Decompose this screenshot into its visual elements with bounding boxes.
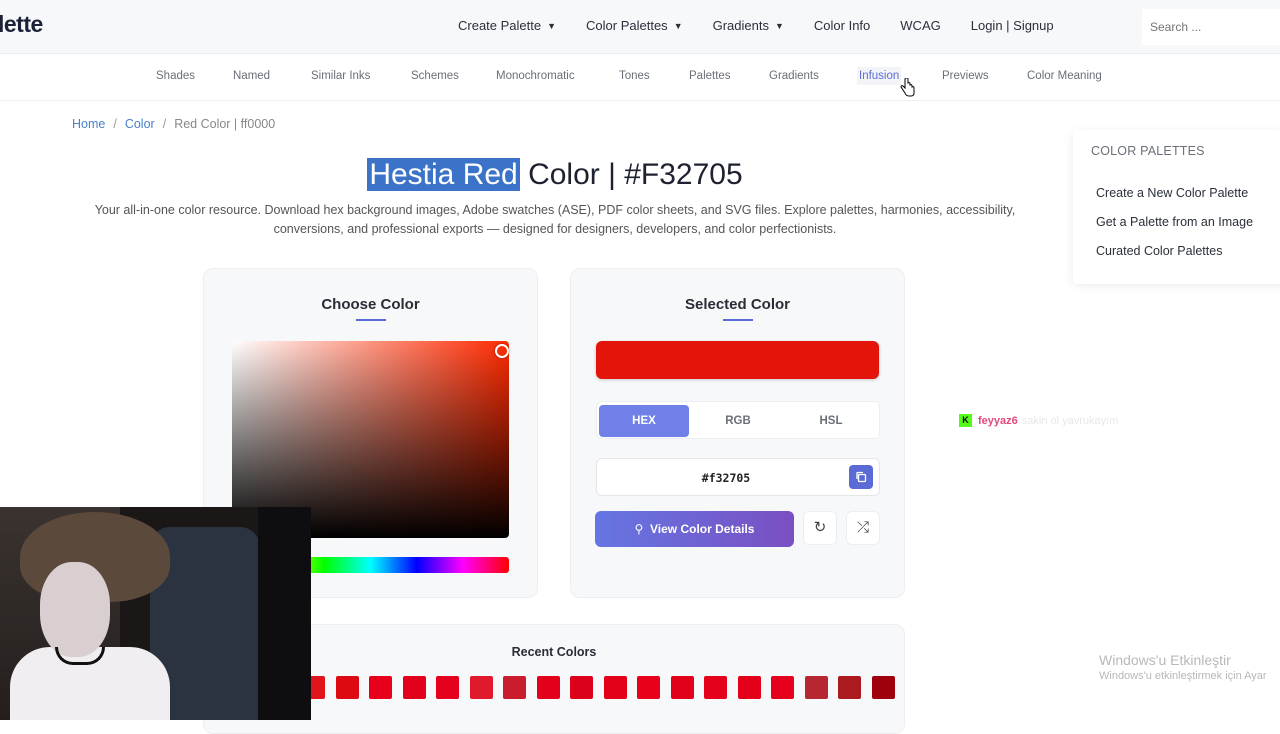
tab-hsl[interactable]: HSL [786, 405, 876, 437]
subnav-shades[interactable]: Shades [156, 70, 195, 82]
recent-color-swatch[interactable] [670, 676, 694, 699]
refresh-button[interactable]: ↻ [803, 511, 837, 545]
format-tabs: HEX RGB HSL [596, 401, 880, 439]
sidebar-color-palettes: COLOR PALETTES Create a New Color Palett… [1073, 130, 1280, 284]
picker-handle[interactable] [495, 344, 509, 358]
refresh-icon: ↻ [813, 519, 827, 536]
breadcrumb-separator: / [162, 117, 167, 131]
breadcrumb-separator: / [113, 117, 117, 131]
chevron-down-icon: ▼ [547, 20, 557, 31]
nav-create-palette[interactable]: Create Palette ▼ [458, 18, 556, 33]
shuffle-icon: ⤮ [856, 519, 869, 536]
breadcrumb-home[interactable]: Home [72, 117, 105, 131]
subnav-named[interactable]: Named [233, 70, 270, 82]
choose-color-title: Choose Color [321, 296, 420, 313]
sidebar-link-curated-palettes[interactable]: Curated Color Palettes [1096, 244, 1222, 258]
recent-color-swatch[interactable] [335, 676, 359, 699]
selected-color-title: Selected Color [684, 296, 791, 313]
tab-hex[interactable]: HEX [599, 405, 689, 437]
stream-chat-message: K feyyaz6 sakin ol yavrukayım [959, 414, 1118, 427]
nav-login-signup[interactable]: Login | Signup [971, 18, 1054, 33]
subnav-similar-inks[interactable]: Similar Inks [311, 70, 370, 82]
view-color-details-button[interactable]: ⚲ View Color Details [595, 511, 794, 547]
page-title: Hestia Red Color | #F32705 [0, 158, 1110, 192]
recent-color-swatch[interactable] [838, 676, 861, 699]
search-icon: ⚲ [634, 522, 650, 536]
subnav-schemes[interactable]: Schemes [411, 70, 459, 82]
hex-value-field[interactable]: #f32705 [596, 458, 880, 496]
search-input[interactable] [1142, 9, 1280, 45]
recent-color-swatch[interactable] [804, 676, 828, 699]
chat-username: feyyaz6 [978, 414, 1018, 427]
recent-color-swatch[interactable] [469, 676, 493, 699]
subnav-palettes[interactable]: Palettes [689, 70, 731, 82]
breadcrumb-current: Red Color | ff0000 [174, 117, 276, 131]
tab-rgb[interactable]: RGB [693, 405, 783, 437]
recent-color-swatch[interactable] [704, 676, 727, 699]
sidebar-heading: COLOR PALETTES [1091, 144, 1205, 158]
recent-color-swatch[interactable] [771, 676, 794, 699]
sub-nav: Shades Named Similar Inks Schemes Monoch… [0, 55, 1280, 101]
hand-cursor-icon [900, 78, 915, 97]
nav-color-palettes[interactable]: Color Palettes ▼ [586, 18, 683, 33]
breadcrumb-color[interactable]: Color [125, 117, 155, 131]
recent-color-swatch[interactable] [570, 676, 593, 699]
subnav-color-meaning[interactable]: Color Meaning [1027, 70, 1102, 82]
title-rest: Color | #F32705 [519, 158, 743, 191]
nav-color-info[interactable]: Color Info [814, 18, 870, 33]
page-description: Your all-in-one color resource. Download… [94, 203, 1016, 236]
recent-color-swatch[interactable] [737, 676, 761, 699]
subnav-infusion[interactable]: Infusion [857, 67, 902, 85]
nav-wcag[interactable]: WCAG [900, 18, 940, 33]
shuffle-button[interactable]: ⤮ [846, 511, 880, 545]
recent-color-swatch[interactable] [637, 676, 660, 699]
recent-color-swatch[interactable] [603, 676, 627, 699]
recent-color-swatch[interactable] [369, 676, 392, 699]
copy-icon [856, 471, 867, 483]
sidebar-link-create-palette[interactable]: Create a New Color Palette [1096, 186, 1248, 200]
selected-color-swatch [596, 341, 879, 379]
subnav-monochromatic[interactable]: Monochromatic [496, 70, 575, 82]
chat-text: sakin ol yavrukayım [1021, 414, 1119, 427]
webcam-overlay [0, 507, 311, 720]
title-underline [723, 319, 753, 321]
kick-icon: K [959, 414, 972, 427]
recent-color-swatch[interactable] [871, 676, 895, 699]
recent-color-swatch[interactable] [436, 676, 459, 699]
chevron-down-icon: ▼ [774, 20, 784, 31]
subnav-previews[interactable]: Previews [942, 70, 989, 82]
copy-button[interactable] [849, 465, 873, 489]
subnav-gradients[interactable]: Gradients [769, 70, 819, 82]
windows-activation-watermark: Windows'u Etkinleştir Windows'u etkinleş… [1099, 652, 1267, 682]
chevron-down-icon: ▼ [673, 20, 683, 31]
top-navbar: lette Create Palette ▼ Color Palettes ▼ Gr… [0, 0, 1280, 54]
recent-colors-title: Recent Colors [511, 645, 597, 659]
breadcrumb: Home / Color / Red Color | ff0000 [72, 117, 275, 131]
recent-color-swatch[interactable] [402, 676, 426, 699]
subnav-tones[interactable]: Tones [619, 70, 650, 82]
site-logo[interactable]: lette [0, 11, 43, 38]
title-selected-text: Hestia Red [367, 158, 520, 191]
recent-color-swatch[interactable] [503, 676, 526, 699]
recent-color-swatch[interactable] [536, 676, 560, 699]
title-underline [356, 319, 386, 321]
nav-gradients[interactable]: Gradients ▼ [713, 18, 784, 33]
sidebar-link-palette-from-image[interactable]: Get a Palette from an Image [1096, 215, 1253, 229]
main-nav: Create Palette ▼ Color Palettes ▼ Gradient… [458, 18, 1084, 33]
